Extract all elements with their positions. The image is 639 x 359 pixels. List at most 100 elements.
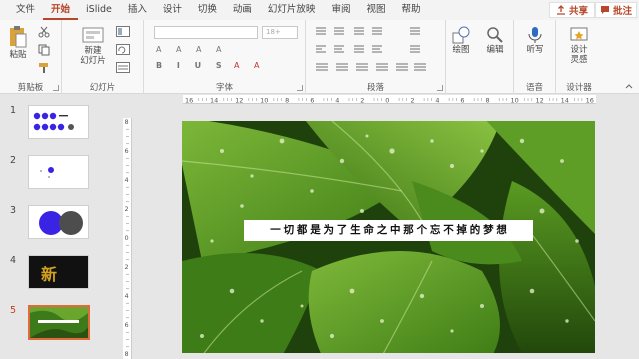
slide-2-thumb[interactable] [28,155,89,189]
slide-5-graphic [30,307,88,338]
search-icon [487,27,503,43]
tab-slideshow[interactable]: 幻灯片放映 [260,0,324,20]
ruler-tick-label: 2 [410,97,414,105]
cut-icon[interactable] [38,26,50,38]
tab-islide[interactable]: iSlide [78,0,120,20]
designer-group: 设计 灵感 设计器 [556,20,602,94]
editing-button[interactable]: 编辑 [480,25,510,55]
ruler-tick-label: 4 [125,176,129,184]
voice-group-label: 语音 [525,83,543,93]
comment-button[interactable]: 批注 [594,2,637,18]
font-launcher-icon[interactable] [297,85,303,91]
ruler-tick-label: 6 [460,97,464,105]
vertical-ruler: 8 6 4 2 0 2 4 6 8 [123,118,132,359]
ruler-tick-label: 8 [125,350,129,358]
ruler-tick-label: 12 [235,97,243,105]
ribbon-tabs: 文件 开始 iSlide 插入 设计 切换 动画 幻灯片放映 审阅 视图 帮助 [0,0,428,20]
slide-4-thumb[interactable]: 新 [28,255,89,289]
paragraph-launcher-icon[interactable] [437,85,443,91]
slide-3-graphic [39,211,83,235]
collapse-ribbon-icon[interactable] [625,83,633,89]
slide-caption-text[interactable]: 一切都是为了生命之中那个忘不掉的梦想 [244,220,533,241]
ruler-tick-label: 8 [285,97,289,105]
share-button[interactable]: 共享 [548,2,595,18]
slide-1-graphic [33,112,74,131]
ruler-tick-label: 6 [125,321,129,329]
slides-group-label: 幻灯片 [89,83,116,93]
paste-button[interactable]: 粘贴 [6,24,30,60]
clipboard-launcher-icon[interactable] [53,85,59,91]
tab-animations[interactable]: 动画 [225,0,260,20]
layout-icon[interactable] [116,26,130,37]
font-buttons-row-1[interactable]: A A A A [156,45,228,54]
format-painter-icon[interactable] [38,62,50,74]
ruler-tick-label: 4 [125,292,129,300]
slide-3-thumb[interactable] [28,205,89,239]
ruler-tick-label: 6 [125,147,129,155]
tab-transitions[interactable]: 切换 [190,0,225,20]
ruler-tick-label: 0 [385,97,389,105]
new-slide-label: 新建 幻灯片 [80,46,106,66]
tab-insert[interactable]: 插入 [120,0,155,20]
horizontal-ruler: 16 14 12 10 8 6 4 2 0 2 4 6 8 10 12 14 16 [183,95,596,104]
tab-home[interactable]: 开始 [43,0,79,20]
slide-1-thumb[interactable] [28,105,89,139]
font-style-buttons[interactable]: B I U S [156,61,228,70]
slide-number: 1 [10,105,17,116]
ruler-tick-label: 2 [360,97,364,105]
ruler-tick-label: 12 [536,97,544,105]
tab-view[interactable]: 视图 [358,0,393,20]
clipboard-group-label: 剪贴板 [17,83,44,93]
editing-label: 编辑 [486,45,504,55]
section-icon[interactable] [116,62,130,73]
paragraph-icons[interactable] [314,26,438,74]
slide-number: 2 [10,155,17,166]
vertical-ruler-ticks: 8 6 4 2 0 2 4 6 8 [125,118,129,358]
tab-file[interactable]: 文件 [8,0,43,20]
slide-5-thumb[interactable] [28,305,90,340]
tab-design[interactable]: 设计 [155,0,190,20]
new-slide-button[interactable]: 新建 幻灯片 [76,26,110,66]
drawing-group: 绘图 [446,20,476,94]
ribbon: 粘贴 剪贴板 新建 幻灯片 幻灯片 18+ A A A A B I U S A [0,20,639,94]
slides-group: 新建 幻灯片 幻灯片 [62,20,144,94]
ruler-tick-label: 10 [510,97,518,105]
font-color-buttons[interactable]: A A [234,61,266,70]
powerpoint-window: 文件 开始 iSlide 插入 设计 切换 动画 幻灯片放映 审阅 视图 帮助 … [0,0,639,359]
microphone-icon [528,27,542,43]
menu-bar: 文件 开始 iSlide 插入 设计 切换 动画 幻灯片放映 审阅 视图 帮助 … [0,0,639,20]
slide-number: 5 [10,305,17,316]
ruler-tick-label: 8 [485,97,489,105]
tab-review[interactable]: 审阅 [323,0,358,20]
ruler-tick-label: 4 [335,97,339,105]
ruler-tick-label: 14 [561,97,569,105]
share-icon [556,5,565,15]
slide-number: 3 [10,205,17,216]
slide-number: 4 [10,255,17,266]
ruler-tick-label: 2 [125,263,129,271]
paste-icon [10,26,27,48]
ruler-tick-label: 14 [210,97,218,105]
slide-4-title: 新 [41,265,58,284]
tab-help[interactable]: 帮助 [393,0,428,20]
copy-icon[interactable] [38,44,50,56]
dictate-label: 听写 [526,45,544,55]
clipboard-group: 粘贴 剪贴板 [0,20,62,94]
paragraph-group: 段落 [306,20,446,94]
design-ideas-icon [570,27,588,41]
font-size-select[interactable]: 18+ [262,26,298,39]
slide-canvas[interactable]: 一切都是为了生命之中那个忘不掉的梦想 [182,121,595,353]
ruler-tick-label: 6 [310,97,314,105]
new-slide-icon [82,27,104,43]
reset-icon[interactable] [116,44,130,55]
designer-group-label: 设计器 [566,83,592,93]
paste-label: 粘贴 [9,50,27,60]
design-ideas-label: 设计 灵感 [570,45,588,65]
drawing-button[interactable]: 绘图 [446,25,476,55]
comment-icon [600,6,609,14]
voice-group: 听写 语音 [514,20,556,94]
design-ideas-button[interactable]: 设计 灵感 [562,25,596,65]
font-family-select[interactable] [154,26,258,39]
dictate-button[interactable]: 听写 [520,25,550,55]
ruler-tick-label: 10 [260,97,268,105]
